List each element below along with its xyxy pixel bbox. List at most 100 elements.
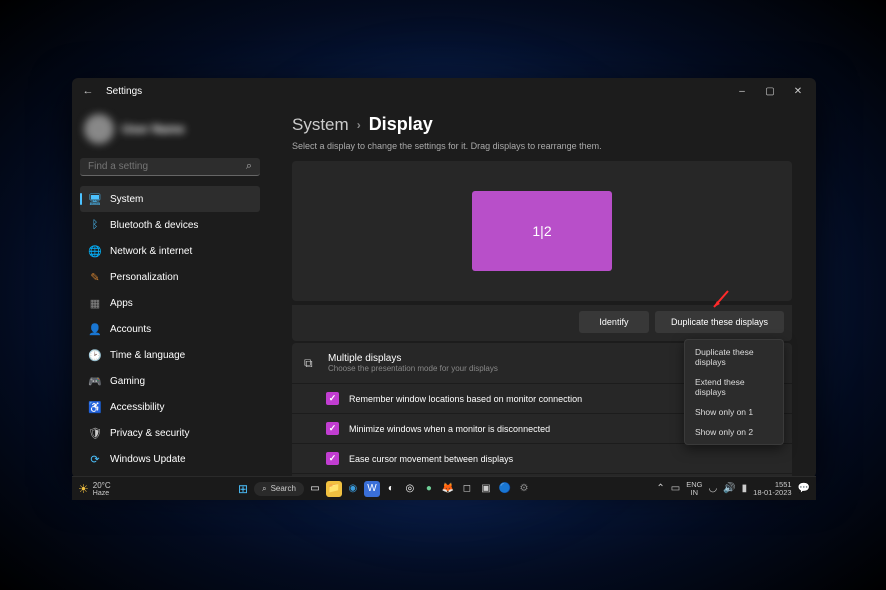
row-label: Ease cursor movement between displays [349,454,513,464]
language-indicator[interactable]: ENGIN [686,481,702,496]
back-button[interactable]: ← [76,85,100,97]
start-button[interactable]: ⊞ [235,481,251,497]
close-button[interactable]: ✕ [784,78,812,104]
breadcrumb-parent[interactable]: System [292,115,349,135]
sidebar-item-accounts[interactable]: 👤 Accounts [80,316,260,342]
sidebar-item-label: Windows Update [110,454,186,465]
sidebar-item-label: Accessibility [110,402,164,413]
breadcrumb: System › Display [292,114,792,135]
content-area: System › Display Select a display to cha… [268,104,816,478]
windows-update-icon: ⟳ [88,452,102,466]
sidebar-item-label: Privacy & security [110,428,189,439]
edge-icon[interactable]: ◉ [345,481,361,497]
time-language-icon: 🕑 [88,348,102,362]
display-buttons-row: Identify Duplicate these displays Duplic… [292,305,792,341]
maximize-button[interactable]: ▢ [756,78,784,104]
network-icon: 🌐 [88,244,102,258]
clock[interactable]: 155118-01-2023 [753,481,791,496]
user-name: User Name [122,122,185,136]
sidebar-item-label: System [110,194,143,205]
file-explorer-icon[interactable]: 📁 [326,481,342,497]
weather-cond: Haze [93,490,111,497]
sidebar-item-label: Bluetooth & devices [110,220,198,231]
app-icon-2[interactable]: ◎ [402,481,418,497]
bluetooth-devices-icon: ᛒ [88,218,102,232]
sidebar-item-network[interactable]: 🌐 Network & internet [80,238,260,264]
sidebar-item-label: Personalization [110,272,178,283]
gaming-icon: 🎮 [88,374,102,388]
app-icon-4[interactable]: ◻ [459,481,475,497]
search-input[interactable] [88,161,246,172]
sidebar-item-label: Network & internet [110,246,192,257]
sidebar-item-time-language[interactable]: 🕑 Time & language [80,342,260,368]
sidebar-item-label: Time & language [110,350,185,361]
avatar [84,114,114,144]
sidebar-item-personalization[interactable]: ✎ Personalization [80,264,260,290]
battery-icon[interactable]: ▮ [742,483,748,494]
checkbox[interactable] [326,422,339,435]
personalization-icon: ✎ [88,270,102,284]
sidebar-item-privacy[interactable]: 🛡 Privacy & security [80,420,260,446]
sidebar-item-label: Apps [110,298,133,309]
sidebar-item-bluetooth-devices[interactable]: ᛒ Bluetooth & devices [80,212,260,238]
sidebar-item-accessibility[interactable]: ♿ Accessibility [80,394,260,420]
sidebar-item-windows-update[interactable]: ⟳ Windows Update [80,446,260,472]
apps-icon: ▦ [88,296,102,310]
notifications-icon[interactable]: 💬 [798,483,810,494]
user-account-block[interactable]: User Name [80,110,260,148]
wifi-icon[interactable]: ◡ [708,483,717,494]
checkbox[interactable] [326,452,339,465]
sidebar-item-apps[interactable]: ▦ Apps [80,290,260,316]
display-arrangement-area[interactable]: 1|2 [292,161,792,301]
settings-icon[interactable]: ⚙ [516,481,532,497]
chevron-right-icon: › [357,118,361,132]
taskbar-search[interactable]: ⌕ Search [254,482,304,496]
row-label: Minimize windows when a monitor is disco… [349,424,550,434]
page-title: Display [369,114,433,135]
volume-icon[interactable]: 🔊 [723,483,735,494]
word-icon[interactable]: W [364,481,380,497]
mode-option-3[interactable]: Show only on 2 [687,422,781,442]
firefox-icon[interactable]: 🦊 [440,481,456,497]
task-view-icon[interactable]: ▭ [307,481,323,497]
search-icon: ⌕ [262,484,266,494]
accounts-icon: 👤 [88,322,102,336]
monitor-tile[interactable]: 1|2 [472,191,612,271]
chrome-icon[interactable]: 🔵 [497,481,513,497]
display-mode-dropdown[interactable]: Duplicate these displays [655,311,784,333]
search-icon: ⌕ [246,160,252,173]
row-label: Remember window locations based on monit… [349,394,582,404]
taskbar-right: ⌃ ▭ ENGIN ◡ 🔊 ▮ 155118-01-2023 💬 [656,481,810,496]
identify-button[interactable]: Identify [579,311,649,333]
cast-icon[interactable]: ▭ [671,483,680,494]
display-mode-menu: Duplicate these displaysExtend these dis… [684,339,784,445]
mode-option-2[interactable]: Show only on 1 [687,402,781,422]
chevron-up-tray-icon[interactable]: ⌃ [656,483,664,494]
taskbar-search-label: Search [271,484,296,493]
sidebar-item-label: Gaming [110,376,145,387]
system-icon: 🖥 [88,192,102,206]
displays-icon: ⧉ [304,356,318,370]
privacy-icon: 🛡 [88,426,102,440]
app-icon-1[interactable]: ◐ [383,481,399,497]
minimize-button[interactable]: – [728,78,756,104]
app-icon-5[interactable]: ▣ [478,481,494,497]
window-title: Settings [106,86,142,97]
taskbar-weather[interactable]: ☀ 20°C Haze [78,481,111,497]
weather-icon: ☀ [78,482,89,496]
sidebar-item-gaming[interactable]: 🎮 Gaming [80,368,260,394]
sidebar-item-label: Accounts [110,324,151,335]
mode-option-1[interactable]: Extend these displays [687,372,781,402]
settings-window: ← Settings – ▢ ✕ User Name ⌕ 🖥 System ᛒ Blu… [72,78,816,478]
page-subtitle: Select a display to change the settings … [292,141,792,151]
mode-option-0[interactable]: Duplicate these displays [687,342,781,372]
search-input-container[interactable]: ⌕ [80,158,260,176]
accessibility-icon: ♿ [88,400,102,414]
weather-temp: 20°C [93,481,111,490]
checkbox[interactable] [326,392,339,405]
sidebar: User Name ⌕ 🖥 System ᛒ Bluetooth & devices 🌐… [72,104,268,478]
taskbar-center: ⊞ ⌕ Search ▭ 📁 ◉ W ◐ ◎ ● 🦊 ◻ ▣ 🔵 ⚙ [115,481,653,497]
app-icon-3[interactable]: ● [421,481,437,497]
titlebar: ← Settings – ▢ ✕ [72,78,816,104]
sidebar-item-system[interactable]: 🖥 System [80,186,260,212]
